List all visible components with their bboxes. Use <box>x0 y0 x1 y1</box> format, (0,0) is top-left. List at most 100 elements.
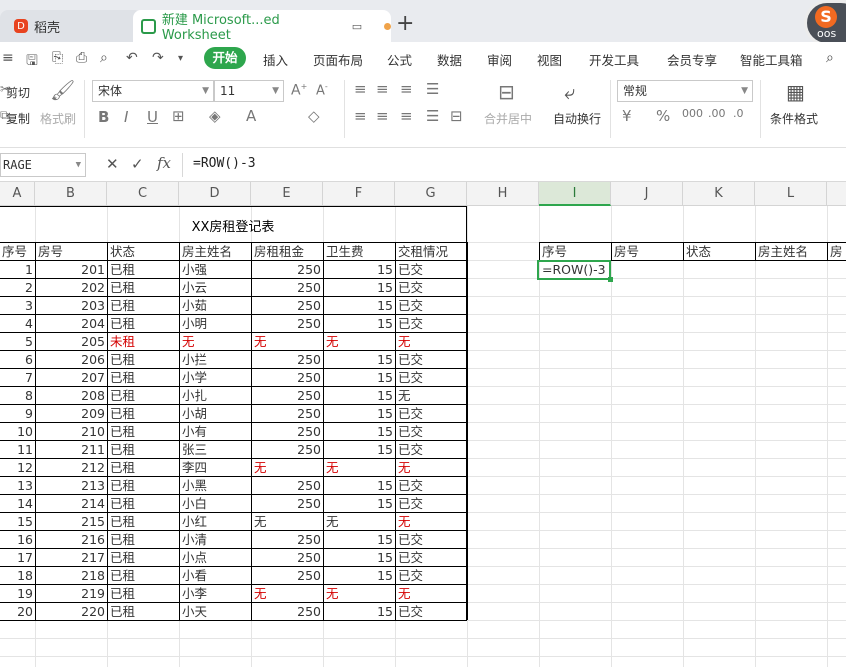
monitor-icon[interactable]: ▭ <box>352 20 362 33</box>
decrease-decimal-icon[interactable]: .0 <box>733 107 744 120</box>
table-cell[interactable]: 19 <box>0 585 35 603</box>
menu-developer[interactable]: 开发工具 <box>589 50 639 69</box>
table-cell[interactable]: 李四 <box>180 459 251 477</box>
table-cell[interactable]: 已租 <box>108 585 179 603</box>
table-cell[interactable]: 250 <box>252 495 323 513</box>
table-cell[interactable]: 已租 <box>108 297 179 315</box>
menu-insert[interactable]: 插入 <box>263 50 288 69</box>
number-format-select[interactable]: 常规 ▼ <box>617 80 753 102</box>
table-cell[interactable]: 无 <box>396 387 467 405</box>
column-header-a[interactable]: A <box>0 182 35 206</box>
column-header-i[interactable]: I <box>539 182 611 206</box>
table-cell[interactable]: 已租 <box>108 549 179 567</box>
table-cell[interactable]: 217 <box>36 549 107 567</box>
more-icon[interactable]: ▾ <box>178 53 183 64</box>
table-cell[interactable]: 已租 <box>108 351 179 369</box>
table-cell[interactable]: 已交 <box>396 477 467 495</box>
table-cell[interactable]: 6 <box>0 351 35 369</box>
table-cell[interactable]: 219 <box>36 585 107 603</box>
menu-view[interactable]: 视图 <box>537 50 562 69</box>
table-cell[interactable]: 小茹 <box>180 297 251 315</box>
table-cell[interactable]: 已交 <box>396 603 467 621</box>
table-cell[interactable]: 4 <box>0 315 35 333</box>
table-cell[interactable]: 204 <box>36 315 107 333</box>
table-cell[interactable]: 已交 <box>396 315 467 333</box>
table-cell[interactable]: 15 <box>324 567 395 585</box>
undo-icon[interactable]: ↶ <box>126 50 138 66</box>
column-header-k[interactable]: K <box>683 182 755 206</box>
orientation-icon[interactable]: ☰ <box>426 80 439 98</box>
table-cell[interactable]: 250 <box>252 297 323 315</box>
table-cell[interactable]: 无 <box>324 459 395 477</box>
table-cell[interactable]: 15 <box>324 603 395 621</box>
table-cell[interactable]: 无 <box>252 513 323 531</box>
font-size-select[interactable]: 11 ▼ <box>214 80 284 102</box>
column-header-l[interactable]: L <box>755 182 827 206</box>
right-header-cell[interactable]: 房主姓名 <box>756 243 827 261</box>
menu-start[interactable]: 开始 <box>204 47 246 69</box>
table-cell[interactable]: 250 <box>252 315 323 333</box>
conditional-format-label[interactable]: 条件格式 <box>770 110 818 127</box>
redo-icon[interactable]: ↷ <box>152 50 164 66</box>
sheet-title[interactable]: XX房租登记表 <box>108 216 358 235</box>
table-header-cell[interactable]: 房号 <box>36 243 107 261</box>
table-cell[interactable]: 小扎 <box>180 387 251 405</box>
column-header-d[interactable]: D <box>179 182 251 206</box>
table-cell[interactable]: 250 <box>252 405 323 423</box>
table-cell[interactable]: 小红 <box>180 513 251 531</box>
menu-review[interactable]: 审阅 <box>487 50 512 69</box>
table-cell[interactable]: 7 <box>0 369 35 387</box>
search-icon[interactable]: ⌕ <box>826 50 834 66</box>
table-cell[interactable]: 201 <box>36 261 107 279</box>
table-cell[interactable]: 17 <box>0 549 35 567</box>
table-cell[interactable]: 15 <box>324 351 395 369</box>
right-header-cell[interactable]: 状态 <box>684 243 755 261</box>
table-cell[interactable]: 已租 <box>108 405 179 423</box>
table-header-cell[interactable]: 状态 <box>108 243 179 261</box>
new-tab-button[interactable]: + <box>396 10 414 38</box>
table-cell[interactable]: 小李 <box>180 585 251 603</box>
table-cell[interactable]: 15 <box>324 261 395 279</box>
table-cell[interactable]: 已租 <box>108 369 179 387</box>
table-cell[interactable]: 203 <box>36 297 107 315</box>
table-cell[interactable]: 未租 <box>108 333 179 351</box>
table-cell[interactable]: 218 <box>36 567 107 585</box>
table-cell[interactable]: 已租 <box>108 423 179 441</box>
right-header-cell[interactable]: 序号 <box>540 243 611 261</box>
table-cell[interactable]: 无 <box>324 585 395 603</box>
table-cell[interactable]: 小强 <box>180 261 251 279</box>
menu-page-layout[interactable]: 页面布局 <box>313 50 363 69</box>
table-cell[interactable]: 15 <box>324 423 395 441</box>
table-cell[interactable]: 小白 <box>180 495 251 513</box>
fill-handle-icon[interactable] <box>608 277 613 282</box>
table-cell[interactable]: 小拦 <box>180 351 251 369</box>
table-cell[interactable]: 已交 <box>396 405 467 423</box>
distributed-icon[interactable]: ⊟ <box>450 107 463 125</box>
menu-smart-toolbox[interactable]: 智能工具箱 <box>740 50 803 69</box>
cancel-icon[interactable]: ✕ <box>106 155 119 173</box>
fill-color-icon[interactable]: ◈ <box>209 107 221 125</box>
table-cell[interactable]: 10 <box>0 423 35 441</box>
table-cell[interactable]: 小黑 <box>180 477 251 495</box>
align-bottom-icon[interactable]: ≡ <box>400 80 413 98</box>
table-cell[interactable]: 小胡 <box>180 405 251 423</box>
formula-input[interactable]: =ROW()-3 <box>193 156 256 171</box>
table-cell[interactable]: 小有 <box>180 423 251 441</box>
table-cell[interactable]: 3 <box>0 297 35 315</box>
table-cell[interactable]: 250 <box>252 477 323 495</box>
table-cell[interactable]: 15 <box>324 387 395 405</box>
eraser-icon[interactable]: ◇ <box>308 107 320 125</box>
merge-center-label[interactable]: 合并居中 <box>484 110 532 127</box>
save-icon[interactable]: 🖫 <box>26 50 38 74</box>
table-cell[interactable]: 250 <box>252 441 323 459</box>
menu-icon[interactable]: ≡ <box>2 50 14 66</box>
table-cell[interactable]: 无 <box>324 333 395 351</box>
table-cell[interactable]: 213 <box>36 477 107 495</box>
align-right-icon[interactable]: ≡ <box>400 107 413 125</box>
table-cell[interactable]: 已租 <box>108 387 179 405</box>
table-cell[interactable]: 250 <box>252 387 323 405</box>
table-cell[interactable]: 张三 <box>180 441 251 459</box>
table-cell[interactable]: 已交 <box>396 369 467 387</box>
table-cell[interactable]: 16 <box>0 531 35 549</box>
table-cell[interactable]: 小云 <box>180 279 251 297</box>
